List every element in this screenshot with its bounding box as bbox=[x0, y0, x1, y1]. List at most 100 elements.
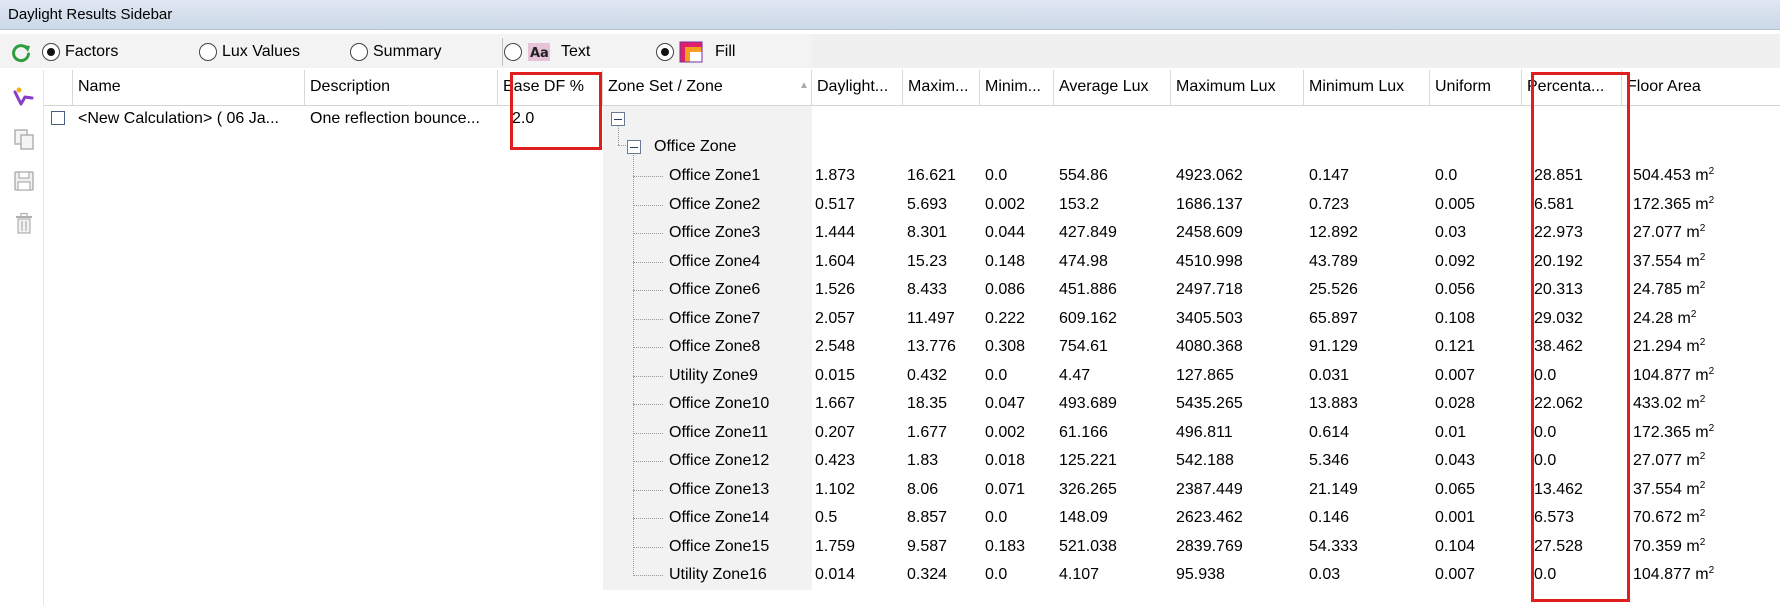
tree-line bbox=[633, 432, 663, 434]
zone-name[interactable]: Office Zone1 bbox=[669, 162, 807, 190]
zone-name[interactable]: Office Zone14 bbox=[669, 504, 807, 532]
header-description[interactable]: Description bbox=[305, 70, 498, 106]
daylight-value: 1.444 bbox=[815, 224, 856, 241]
average-lux-value: 427.849 bbox=[1059, 224, 1117, 241]
floor-area-value: 433.02 m2 bbox=[1633, 390, 1777, 418]
zone-name[interactable]: Office Zone8 bbox=[669, 333, 807, 361]
calculation-checkbox[interactable] bbox=[51, 111, 65, 125]
average-lux-value: 493.689 bbox=[1059, 395, 1117, 412]
radio-factors-indicator bbox=[42, 43, 60, 61]
uniform-value: 0.001 bbox=[1435, 509, 1476, 526]
unit-superscript: 2 bbox=[1708, 565, 1715, 576]
daylight-value: 1.526 bbox=[815, 281, 856, 298]
percentage-value: 0.0 bbox=[1534, 366, 1557, 384]
save-icon[interactable] bbox=[12, 169, 36, 193]
minimum-lux-value: 0.614 bbox=[1309, 423, 1350, 441]
wand-icon[interactable] bbox=[12, 84, 36, 108]
maximum-lux-value: 1686.137 bbox=[1176, 195, 1243, 213]
header-minimum-lux[interactable]: Minimum Lux bbox=[1304, 70, 1430, 106]
maximum-lux-value: 2458.609 bbox=[1176, 224, 1243, 241]
calculation-name[interactable]: <New Calculation> ( 06 Ja... bbox=[78, 105, 304, 133]
unit-superscript: 2 bbox=[1708, 365, 1715, 377]
radio-text-indicator bbox=[504, 43, 522, 61]
header-maxim[interactable]: Maxim... bbox=[903, 70, 980, 106]
floor-area-text: 21.294 m bbox=[1633, 338, 1700, 355]
floor-area-value: 27.077 m2 bbox=[1633, 219, 1777, 247]
uniform-value: 0.01 bbox=[1435, 423, 1467, 441]
floor-area-value: 37.554 m2 bbox=[1633, 476, 1777, 504]
daylight-value: 0.517 bbox=[815, 195, 856, 213]
average-lux-value: 609.162 bbox=[1059, 309, 1117, 327]
minimum-lux-value: 91.129 bbox=[1309, 338, 1358, 355]
zone-name[interactable]: Office Zone2 bbox=[669, 191, 807, 219]
daylight-value: 0.207 bbox=[815, 423, 856, 441]
zone-name[interactable]: Office Zone15 bbox=[669, 533, 807, 561]
average-lux-value: 521.038 bbox=[1059, 537, 1117, 555]
header-floor-area[interactable]: Floor Area bbox=[1622, 70, 1780, 106]
min-value: 0.0 bbox=[985, 566, 1008, 583]
radio-text[interactable]: Aa Text bbox=[504, 41, 590, 63]
maximum-lux-value: 3405.503 bbox=[1176, 309, 1243, 327]
header-maximum-lux[interactable]: Maximum Lux bbox=[1171, 70, 1304, 106]
zone-name[interactable]: Office Zone11 bbox=[669, 419, 807, 447]
zone-name[interactable]: Office Zone3 bbox=[669, 219, 807, 247]
minimum-lux-value: 0.147 bbox=[1309, 167, 1350, 184]
calculation-description[interactable]: One reflection bounce... bbox=[310, 105, 508, 133]
max-value: 11.497 bbox=[907, 309, 955, 327]
zone-name[interactable]: Office Zone4 bbox=[669, 248, 807, 276]
calculation-base-df[interactable]: 2.0 bbox=[512, 105, 600, 133]
minimum-lux-value: 0.031 bbox=[1309, 366, 1350, 384]
zone-name[interactable]: Utility Zone16 bbox=[669, 561, 807, 589]
zone-set-label[interactable]: Office Zone bbox=[654, 133, 804, 161]
header-minim[interactable]: Minim... bbox=[980, 70, 1054, 106]
zone-name[interactable]: Office Zone13 bbox=[669, 476, 807, 504]
maximum-lux-value: 2623.462 bbox=[1176, 509, 1243, 526]
daylight-value: 2.057 bbox=[815, 309, 856, 327]
daylight-value: 0.5 bbox=[815, 509, 838, 526]
sort-arrow-icon: ▲ bbox=[799, 80, 809, 91]
radio-lux-values[interactable]: Lux Values bbox=[199, 41, 300, 63]
tree-line bbox=[633, 318, 663, 320]
radio-factors[interactable]: Factors bbox=[42, 41, 118, 63]
zone-name[interactable]: Office Zone12 bbox=[669, 447, 807, 475]
tree-line bbox=[633, 461, 663, 462]
average-lux-value: 153.2 bbox=[1059, 195, 1100, 213]
header-zone-set[interactable]: Zone Set / Zone ▲ bbox=[603, 70, 812, 106]
zone-name[interactable]: Office Zone10 bbox=[669, 390, 807, 418]
minimum-lux-value: 54.333 bbox=[1309, 537, 1358, 555]
zone-name[interactable]: Office Zone7 bbox=[669, 305, 807, 333]
minimum-lux-value: 0.723 bbox=[1309, 195, 1350, 213]
options-separator bbox=[502, 38, 503, 66]
radio-fill[interactable]: Fill bbox=[656, 41, 735, 63]
header-name[interactable]: Name bbox=[73, 70, 305, 106]
zone-name[interactable]: Office Zone6 bbox=[669, 276, 807, 304]
collapse-calculation-icon[interactable] bbox=[611, 112, 625, 126]
tree-line bbox=[633, 152, 634, 574]
header-daylight[interactable]: Daylight... bbox=[812, 70, 903, 106]
floor-area-value: 104.877 m2 bbox=[1633, 561, 1777, 589]
header-percentage[interactable]: Percenta... bbox=[1522, 70, 1622, 106]
min-value: 0.044 bbox=[985, 224, 1026, 241]
radio-factors-label: Factors bbox=[65, 43, 119, 60]
zone-name[interactable]: Utility Zone9 bbox=[669, 362, 807, 390]
percentage-value: 0.0 bbox=[1534, 566, 1557, 583]
max-value: 8.06 bbox=[907, 480, 939, 498]
max-value: 9.587 bbox=[907, 537, 948, 555]
collapse-zone-set-icon[interactable] bbox=[627, 140, 641, 154]
min-value: 0.047 bbox=[985, 395, 1026, 412]
percentage-value: 0.0 bbox=[1534, 452, 1557, 469]
header-average-lux[interactable]: Average Lux bbox=[1054, 70, 1171, 106]
header-uniform[interactable]: Uniform bbox=[1430, 70, 1522, 106]
floor-area-text: 172.365 m bbox=[1633, 195, 1709, 213]
text-style-icon: Aa bbox=[527, 42, 551, 62]
refresh-icon[interactable] bbox=[10, 42, 32, 64]
average-lux-value: 754.61 bbox=[1059, 338, 1108, 355]
header-base-df[interactable]: Base DF % bbox=[498, 70, 603, 106]
copy-icon[interactable] bbox=[12, 127, 36, 151]
delete-icon[interactable] bbox=[12, 211, 36, 235]
radio-summary[interactable]: Summary bbox=[350, 41, 441, 63]
min-value: 0.086 bbox=[985, 281, 1026, 298]
average-lux-value: 148.09 bbox=[1059, 509, 1108, 526]
uniform-value: 0.007 bbox=[1435, 366, 1476, 384]
header-zone-set-label: Zone Set / Zone bbox=[608, 78, 723, 95]
